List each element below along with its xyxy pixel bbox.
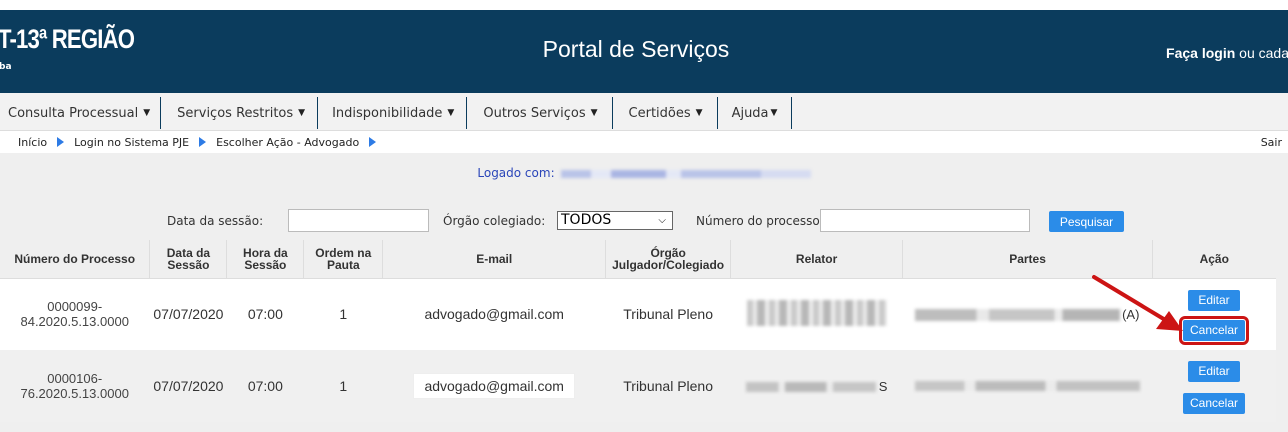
cell-numero: 0000099- 84.2020.5.13.0000 <box>0 278 150 350</box>
caret-down-icon: ▼ <box>298 108 306 118</box>
header-hora: Hora da Sessão <box>226 240 305 279</box>
cell-relator: S <box>730 350 903 422</box>
caret-down-icon: ▼ <box>590 108 598 118</box>
cell-email: advogado@gmail.com <box>382 350 606 422</box>
logged-label: Logado com: <box>477 166 555 180</box>
cell-data: 07/07/2020 <box>149 278 227 350</box>
numero-label: Número do processo: <box>696 214 824 228</box>
main-content: Logado com: Data da sessão: Órgão colegi… <box>0 153 1288 432</box>
arrow-right-icon <box>369 137 377 147</box>
header-partes: Partes <box>902 240 1154 279</box>
cell-numero: 0000106- 76.2020.5.13.0000 <box>0 350 150 422</box>
header-numero: Número do Processo <box>0 240 151 279</box>
cell-ordem: 1 <box>303 350 383 422</box>
breadcrumb: Início Login no Sistema PJE Escolher Açã… <box>0 131 1288 153</box>
redacted-partes <box>915 309 1121 322</box>
email-value: advogado@gmail.com <box>413 373 575 399</box>
nav-label: Serviços Restritos <box>177 105 294 121</box>
site-header: T-13ª REGIÃO ba Portal de Serviços Faça … <box>0 10 1288 93</box>
caret-down-icon: ▼ <box>770 108 778 118</box>
cancelar-button[interactable]: Cancelar <box>1179 315 1249 345</box>
logo-subtext: ba <box>0 62 12 72</box>
nav-ajuda[interactable]: Ajuda ▼ <box>717 97 793 129</box>
cell-relator <box>730 278 903 350</box>
date-input[interactable] <box>288 209 429 232</box>
login-area: Faça login ou cadas <box>1166 45 1288 61</box>
table-row: 0000106- 76.2020.5.13.0000 07/07/2020 07:… <box>0 350 1276 422</box>
cell-hora: 07:00 <box>226 350 304 422</box>
header-email: E-mail <box>382 240 607 279</box>
header-acao: Ação <box>1152 240 1276 279</box>
nav-servicos-restritos[interactable]: Serviços Restritos ▼ <box>161 97 319 129</box>
cell-orgao: Tribunal Pleno <box>605 350 731 422</box>
nav-label: Outros Serviços <box>483 105 586 121</box>
nav-consulta-processual[interactable]: Consulta Processual ▼ <box>0 97 162 129</box>
sessions-table: Número do Processo Data da Sessão Hora da… <box>0 240 1276 422</box>
nav-certidoes[interactable]: Certidões ▼ <box>612 97 718 129</box>
numero-input[interactable] <box>820 209 1030 232</box>
cell-acao: Editar Cancelar <box>1152 350 1276 422</box>
cell-ordem: 1 <box>303 278 383 350</box>
editar-button[interactable]: Editar <box>1188 289 1240 311</box>
table-header-row: Número do Processo Data da Sessão Hora da… <box>0 240 1276 279</box>
nav-label: Consulta Processual <box>8 105 139 121</box>
header-data: Data da Sessão <box>149 240 228 279</box>
breadcrumb-login[interactable]: Login no Sistema PJE <box>74 136 189 149</box>
nav-label: Certidões <box>628 105 691 121</box>
caret-down-icon: ▼ <box>447 108 455 118</box>
register-link[interactable]: ou cadas <box>1235 45 1288 61</box>
orgao-label: Órgão colegiado: <box>443 214 546 228</box>
cell-email: advogado@gmail.com <box>382 278 606 350</box>
nav-label: Ajuda <box>731 105 769 121</box>
login-link[interactable]: Faça login <box>1166 45 1235 61</box>
cell-data: 07/07/2020 <box>149 350 227 422</box>
top-spacer <box>0 0 1288 10</box>
redacted-relator <box>746 299 887 326</box>
nav-label: Indisponibilidade <box>332 105 443 121</box>
redacted-partes <box>915 381 1141 391</box>
logout-link[interactable]: Sair <box>1261 136 1282 149</box>
redacted-username <box>560 169 811 178</box>
logged-user: Logado com: <box>0 166 1288 180</box>
breadcrumb-escolher-acao[interactable]: Escolher Ação - Advogado <box>216 136 359 149</box>
orgao-selected-value: TODOS <box>561 212 612 228</box>
partes-suffix: (A) <box>1122 306 1140 322</box>
breadcrumb-inicio[interactable]: Início <box>18 136 47 149</box>
date-label: Data da sessão: <box>167 214 264 228</box>
header-relator: Relator <box>730 240 904 279</box>
table-row: 0000099- 84.2020.5.13.0000 07/07/2020 07:… <box>0 278 1276 350</box>
orgao-select[interactable]: TODOS ⌵ <box>557 211 673 230</box>
caret-down-icon: ▼ <box>695 108 703 118</box>
search-form: Data da sessão: Órgão colegiado: TODOS ⌵… <box>0 209 1288 233</box>
pesquisar-button[interactable]: Pesquisar <box>1049 211 1124 232</box>
chevron-down-icon: ⌵ <box>658 215 666 226</box>
caret-down-icon: ▼ <box>143 108 151 118</box>
page-title: Portal de Serviços <box>542 36 730 62</box>
cell-partes <box>902 350 1153 422</box>
cell-acao: Editar Cancelar <box>1152 278 1276 350</box>
arrow-right-icon <box>199 137 207 147</box>
main-nav: Consulta Processual ▼ Serviços Restritos ▼… <box>0 93 1288 131</box>
header-ordem: Ordem na Pauta <box>303 240 384 279</box>
nav-outros-servicos[interactable]: Outros Serviços ▼ <box>467 97 613 129</box>
relator-suffix: S <box>878 378 888 394</box>
cancelar-button[interactable]: Cancelar <box>1183 392 1245 414</box>
editar-button[interactable]: Editar <box>1188 360 1240 382</box>
header-orgao: Órgão Julgador/Colegiado <box>605 240 732 279</box>
arrow-right-icon <box>57 137 65 147</box>
redacted-relator <box>745 382 876 393</box>
cell-partes: (A) <box>902 278 1153 350</box>
cell-orgao: Tribunal Pleno <box>605 278 731 350</box>
nav-indisponibilidade[interactable]: Indisponibilidade ▼ <box>318 97 468 129</box>
cell-hora: 07:00 <box>226 278 304 350</box>
